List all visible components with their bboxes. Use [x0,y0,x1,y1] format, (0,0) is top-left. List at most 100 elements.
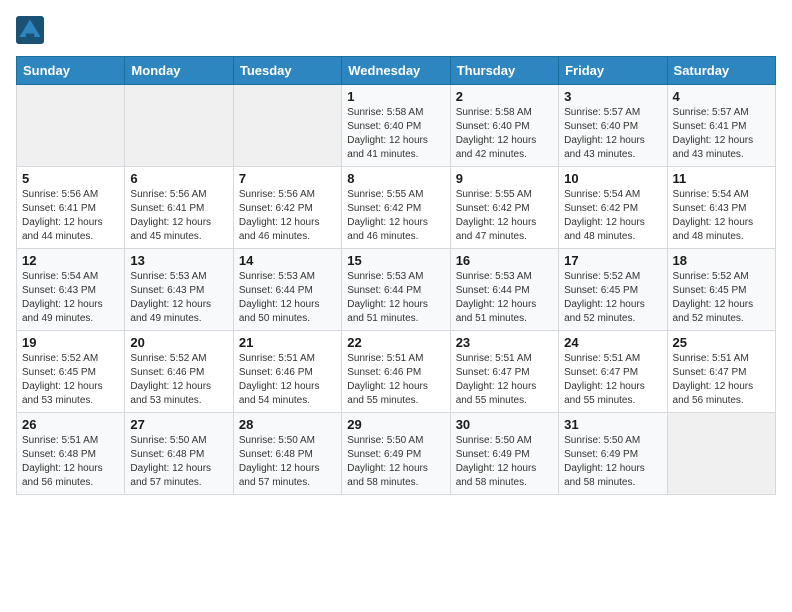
weekday-header-row: SundayMondayTuesdayWednesdayThursdayFrid… [17,57,776,85]
day-number: 18 [673,253,770,268]
day-info: Sunrise: 5:54 AM Sunset: 6:43 PM Dayligh… [673,188,770,244]
calendar-cell: 14 Sunrise: 5:53 AM Sunset: 6:44 PM Dayli… [233,249,341,331]
day-number: 16 [456,253,553,268]
day-info: Sunrise: 5:53 AM Sunset: 6:43 PM Dayligh… [130,270,227,326]
day-info: Sunrise: 5:53 AM Sunset: 6:44 PM Dayligh… [347,270,444,326]
day-info: Sunrise: 5:50 AM Sunset: 6:49 PM Dayligh… [456,434,553,490]
calendar-cell: 7 Sunrise: 5:56 AM Sunset: 6:42 PM Daylig… [233,167,341,249]
day-number: 31 [564,417,661,432]
day-info: Sunrise: 5:51 AM Sunset: 6:47 PM Dayligh… [456,352,553,408]
calendar-cell: 28 Sunrise: 5:50 AM Sunset: 6:48 PM Dayli… [233,413,341,495]
calendar-table: SundayMondayTuesdayWednesdayThursdayFrid… [16,56,776,495]
day-number: 29 [347,417,444,432]
day-number: 14 [239,253,336,268]
day-number: 23 [456,335,553,350]
calendar-cell: 15 Sunrise: 5:53 AM Sunset: 6:44 PM Dayli… [342,249,450,331]
calendar-cell: 22Sunrise: 5:51 AM Sunset: 6:46 PM Dayli… [342,331,450,413]
calendar-week-2: 5 Sunrise: 5:56 AM Sunset: 6:41 PM Daylig… [17,167,776,249]
weekday-header-saturday: Saturday [667,57,775,85]
calendar-cell: 6 Sunrise: 5:56 AM Sunset: 6:41 PM Daylig… [125,167,233,249]
day-info: Sunrise: 5:50 AM Sunset: 6:49 PM Dayligh… [564,434,661,490]
calendar-cell: 13Sunrise: 5:53 AM Sunset: 6:43 PM Dayli… [125,249,233,331]
weekday-header-sunday: Sunday [17,57,125,85]
day-info: Sunrise: 5:50 AM Sunset: 6:48 PM Dayligh… [130,434,227,490]
day-number: 10 [564,171,661,186]
day-number: 15 [347,253,444,268]
calendar-cell [667,413,775,495]
calendar-week-1: 1 Sunrise: 5:58 AM Sunset: 6:40 PM Daylig… [17,85,776,167]
logo-icon [16,16,44,44]
day-number: 12 [22,253,119,268]
day-info: Sunrise: 5:51 AM Sunset: 6:47 PM Dayligh… [673,352,770,408]
day-info: Sunrise: 5:54 AM Sunset: 6:43 PM Dayligh… [22,270,119,326]
page-header [16,16,776,44]
calendar-cell: 23 Sunrise: 5:51 AM Sunset: 6:47 PM Dayli… [450,331,558,413]
day-number: 19 [22,335,119,350]
day-info: Sunrise: 5:51 AM Sunset: 6:48 PM Dayligh… [22,434,119,490]
calendar-cell: 21Sunrise: 5:51 AM Sunset: 6:46 PM Dayli… [233,331,341,413]
day-info: Sunrise: 5:51 AM Sunset: 6:46 PM Dayligh… [239,352,336,408]
calendar-cell: 12 Sunrise: 5:54 AM Sunset: 6:43 PM Dayli… [17,249,125,331]
calendar-cell: 4 Sunrise: 5:57 AM Sunset: 6:41 PM Daylig… [667,85,775,167]
day-number: 11 [673,171,770,186]
day-number: 9 [456,171,553,186]
day-number: 27 [130,417,227,432]
calendar-cell: 9 Sunrise: 5:55 AM Sunset: 6:42 PM Daylig… [450,167,558,249]
calendar-cell: 17 Sunrise: 5:52 AM Sunset: 6:45 PM Dayli… [559,249,667,331]
calendar-cell: 16Sunrise: 5:53 AM Sunset: 6:44 PM Dayli… [450,249,558,331]
calendar-cell: 10 Sunrise: 5:54 AM Sunset: 6:42 PM Dayli… [559,167,667,249]
day-info: Sunrise: 5:55 AM Sunset: 6:42 PM Dayligh… [456,188,553,244]
calendar-cell: 20 Sunrise: 5:52 AM Sunset: 6:46 PM Dayli… [125,331,233,413]
day-info: Sunrise: 5:56 AM Sunset: 6:42 PM Dayligh… [239,188,336,244]
day-number: 4 [673,89,770,104]
day-number: 25 [673,335,770,350]
calendar-cell [233,85,341,167]
weekday-header-tuesday: Tuesday [233,57,341,85]
calendar-cell: 5 Sunrise: 5:56 AM Sunset: 6:41 PM Daylig… [17,167,125,249]
day-info: Sunrise: 5:52 AM Sunset: 6:46 PM Dayligh… [130,352,227,408]
day-number: 2 [456,89,553,104]
weekday-header-thursday: Thursday [450,57,558,85]
day-number: 1 [347,89,444,104]
day-number: 5 [22,171,119,186]
day-info: Sunrise: 5:51 AM Sunset: 6:47 PM Dayligh… [564,352,661,408]
calendar-cell: 19 Sunrise: 5:52 AM Sunset: 6:45 PM Dayli… [17,331,125,413]
calendar-week-5: 26Sunrise: 5:51 AM Sunset: 6:48 PM Dayli… [17,413,776,495]
day-number: 17 [564,253,661,268]
logo [16,16,48,44]
day-info: Sunrise: 5:50 AM Sunset: 6:49 PM Dayligh… [347,434,444,490]
weekday-header-monday: Monday [125,57,233,85]
day-info: Sunrise: 5:52 AM Sunset: 6:45 PM Dayligh… [564,270,661,326]
calendar-cell: 11 Sunrise: 5:54 AM Sunset: 6:43 PM Dayli… [667,167,775,249]
calendar-cell: 1 Sunrise: 5:58 AM Sunset: 6:40 PM Daylig… [342,85,450,167]
day-info: Sunrise: 5:57 AM Sunset: 6:41 PM Dayligh… [673,106,770,162]
calendar-cell: 26Sunrise: 5:51 AM Sunset: 6:48 PM Dayli… [17,413,125,495]
weekday-header-wednesday: Wednesday [342,57,450,85]
day-info: Sunrise: 5:50 AM Sunset: 6:48 PM Dayligh… [239,434,336,490]
calendar-cell: 8Sunrise: 5:55 AM Sunset: 6:42 PM Daylig… [342,167,450,249]
day-info: Sunrise: 5:51 AM Sunset: 6:46 PM Dayligh… [347,352,444,408]
day-info: Sunrise: 5:58 AM Sunset: 6:40 PM Dayligh… [347,106,444,162]
day-number: 7 [239,171,336,186]
calendar-week-4: 19 Sunrise: 5:52 AM Sunset: 6:45 PM Dayli… [17,331,776,413]
day-number: 20 [130,335,227,350]
calendar-cell [17,85,125,167]
day-info: Sunrise: 5:52 AM Sunset: 6:45 PM Dayligh… [22,352,119,408]
calendar-cell: 3Sunrise: 5:57 AM Sunset: 6:40 PM Daylig… [559,85,667,167]
calendar-cell: 25 Sunrise: 5:51 AM Sunset: 6:47 PM Dayli… [667,331,775,413]
day-number: 24 [564,335,661,350]
day-number: 28 [239,417,336,432]
day-info: Sunrise: 5:55 AM Sunset: 6:42 PM Dayligh… [347,188,444,244]
calendar-cell: 2 Sunrise: 5:58 AM Sunset: 6:40 PM Daylig… [450,85,558,167]
day-info: Sunrise: 5:53 AM Sunset: 6:44 PM Dayligh… [239,270,336,326]
day-number: 6 [130,171,227,186]
calendar-cell: 31 Sunrise: 5:50 AM Sunset: 6:49 PM Dayli… [559,413,667,495]
calendar-cell: 24 Sunrise: 5:51 AM Sunset: 6:47 PM Dayli… [559,331,667,413]
day-number: 30 [456,417,553,432]
day-info: Sunrise: 5:58 AM Sunset: 6:40 PM Dayligh… [456,106,553,162]
calendar-cell: 18 Sunrise: 5:52 AM Sunset: 6:45 PM Dayli… [667,249,775,331]
day-info: Sunrise: 5:52 AM Sunset: 6:45 PM Dayligh… [673,270,770,326]
day-info: Sunrise: 5:56 AM Sunset: 6:41 PM Dayligh… [22,188,119,244]
day-info: Sunrise: 5:54 AM Sunset: 6:42 PM Dayligh… [564,188,661,244]
day-info: Sunrise: 5:56 AM Sunset: 6:41 PM Dayligh… [130,188,227,244]
